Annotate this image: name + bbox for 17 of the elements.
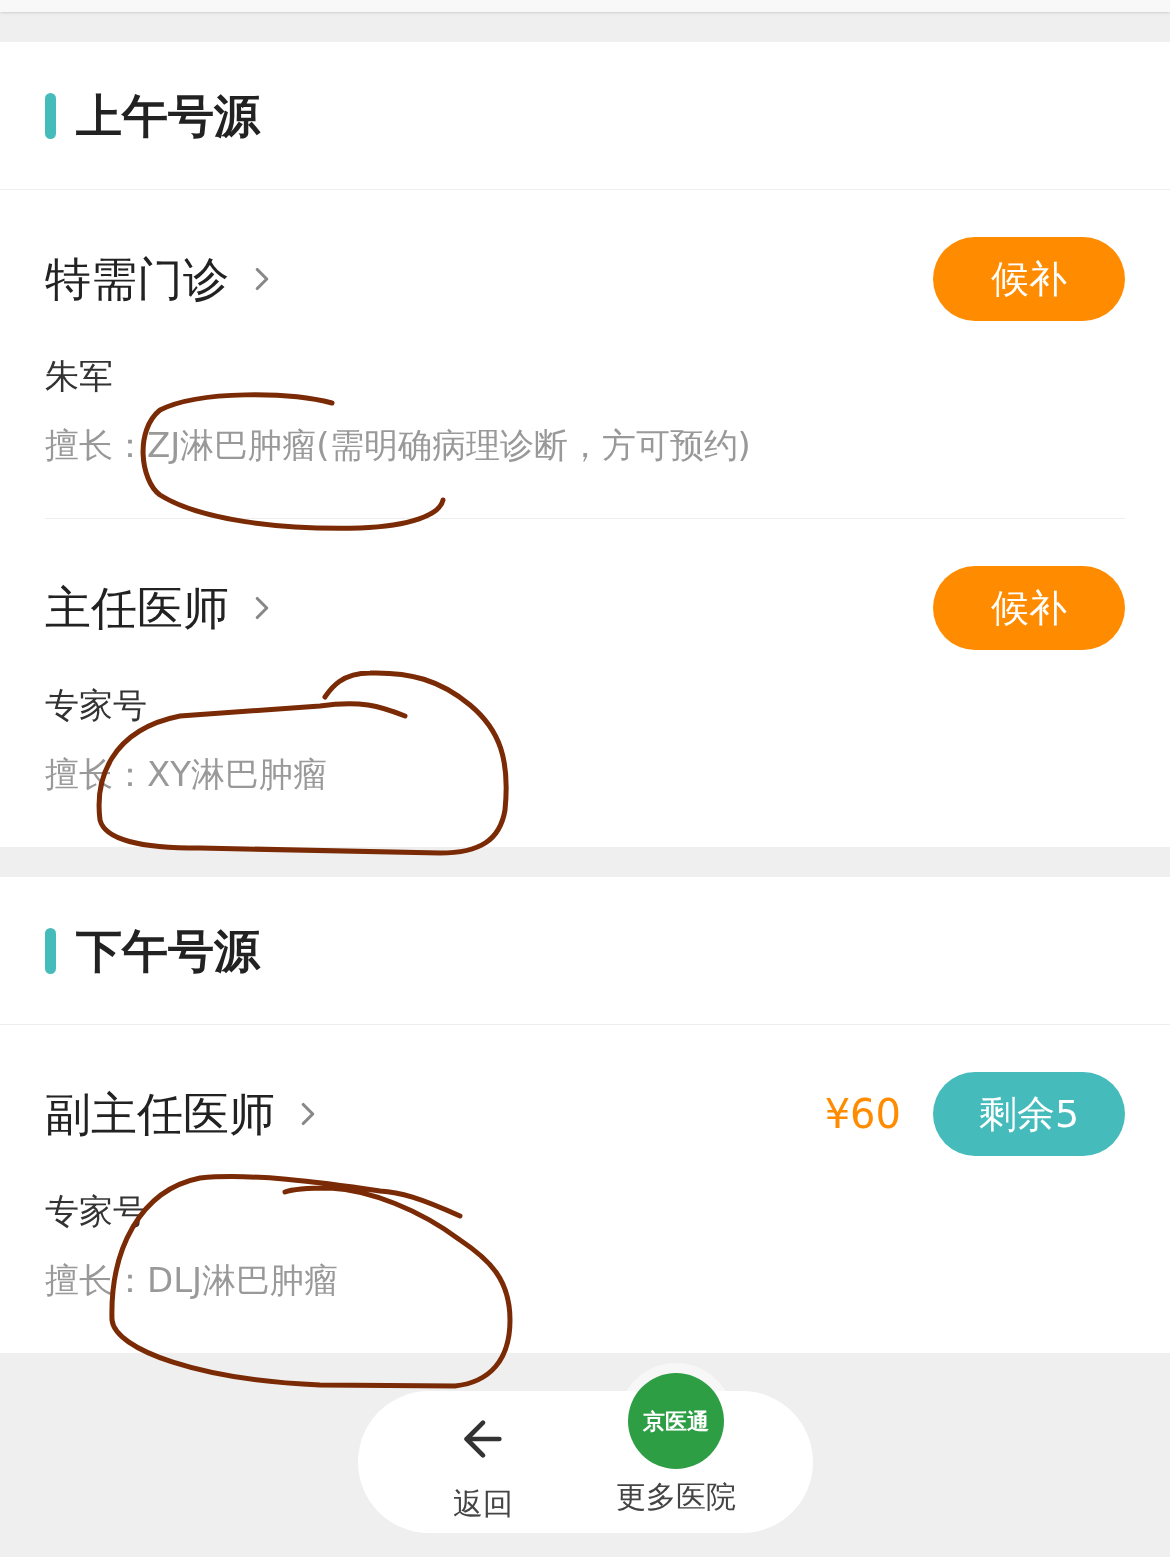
clinic-type: 特需门诊 [45, 256, 229, 302]
price: ¥60 [824, 1090, 901, 1139]
doctor-name: 专家号 [45, 685, 147, 725]
section-marker [45, 927, 56, 974]
clinic-type: 主任医师 [45, 585, 229, 631]
clinic-type: 副主任医师 [45, 1091, 275, 1137]
slot-button[interactable]: 候补 [933, 566, 1125, 650]
slot-button[interactable]: 剩余5 [933, 1072, 1125, 1156]
back-button[interactable]: 返回 [357, 1391, 608, 1533]
section-title: 上午号源 [76, 92, 260, 139]
specialty-text: 擅长：DLJ淋巴肿瘤 [45, 1260, 339, 1300]
section-marker [45, 92, 56, 139]
slot-button[interactable]: 候补 [933, 237, 1125, 321]
section-title: 下午号源 [76, 927, 260, 974]
more-hospitals-button[interactable]: 更多医院 [607, 1479, 744, 1515]
specialty-text: 擅长：ZJ淋巴肿瘤(需明确病理诊断，方可预约) [45, 425, 751, 465]
doctor-name: 朱军 [45, 356, 113, 396]
